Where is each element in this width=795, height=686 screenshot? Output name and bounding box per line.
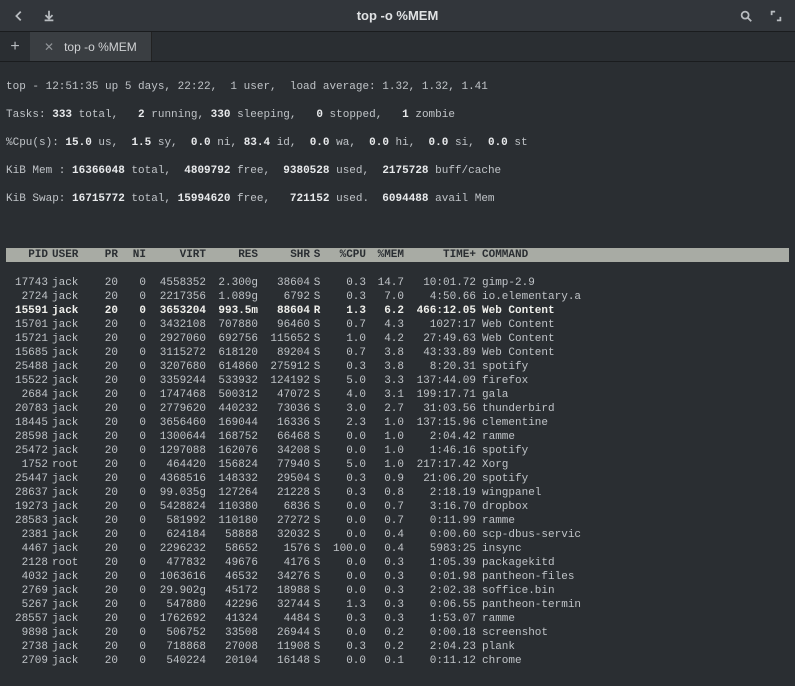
window-titlebar: top -o %MEM (0, 0, 795, 32)
process-row: 28583jack20058199211018027272S0.00.70:11… (6, 514, 789, 528)
process-row: 2724jack20022173561.089g6792S0.37.04:50.… (6, 290, 789, 304)
process-row: 2684jack200174746850031247072S4.03.1199:… (6, 388, 789, 402)
process-row: 15591jack2003653204993.5m88604R1.36.2466… (6, 304, 789, 318)
summary-tasks: Tasks: 333 total, 2 running, 330 sleepin… (6, 108, 789, 122)
process-row: 4467jack2002296232586521576S100.00.45983… (6, 542, 789, 556)
process-row: 25488jack2003207680614860275912S0.33.88:… (6, 360, 789, 374)
close-tab-icon[interactable]: ✕ (44, 40, 54, 54)
summary-cpu: %Cpu(s): 15.0 us, 1.5 sy, 0.0 ni, 83.4 i… (6, 136, 789, 150)
column-header: PIDUSERPRNIVIRTRESSHRS%CPU%MEMTIME+COMMA… (6, 248, 789, 262)
process-row: 2128root200477832496764176S0.00.31:05.39… (6, 556, 789, 570)
summary-swap: KiB Swap: 16715772 total, 15994620 free,… (6, 192, 789, 206)
process-row: 5267jack2005478804229632744S1.30.30:06.5… (6, 598, 789, 612)
process-row: 15701jack200343210870788096460S0.74.3102… (6, 318, 789, 332)
process-row: 28598jack200130064416875266468S0.01.02:0… (6, 430, 789, 444)
tab-label: top -o %MEM (64, 40, 137, 54)
process-row: 25472jack200129708816207634208S0.01.01:4… (6, 444, 789, 458)
process-row: 4032jack20010636164653234276S0.00.30:01.… (6, 570, 789, 584)
terminal-output[interactable]: top - 12:51:35 up 5 days, 22:22, 1 user,… (0, 62, 795, 686)
fullscreen-icon[interactable] (769, 9, 783, 23)
process-row: 15685jack200311527261812089204S0.73.843:… (6, 346, 789, 360)
process-row: 19273jack20054288241103806836S0.00.73:16… (6, 500, 789, 514)
process-row: 17743jack20045583522.300g38604S0.314.710… (6, 276, 789, 290)
window-title: top -o %MEM (56, 8, 739, 23)
process-row: 2381jack2006241845888832032S0.00.40:00.6… (6, 528, 789, 542)
process-row: 2709jack2005402242010416148S0.00.10:11.1… (6, 654, 789, 668)
process-list: 17743jack20045583522.300g38604S0.314.710… (6, 276, 789, 668)
download-icon[interactable] (42, 9, 56, 23)
process-row: 9898jack2005067523350826944S0.00.20:00.1… (6, 626, 789, 640)
process-row: 1752root20046442015682477940S5.01.0217:1… (6, 458, 789, 472)
process-row: 2738jack2007188682700811908S0.30.22:04.2… (6, 640, 789, 654)
new-tab-button[interactable]: + (0, 32, 30, 61)
process-row: 2769jack20029.902g4517218988S0.00.32:02.… (6, 584, 789, 598)
summary-uptime: top - 12:51:35 up 5 days, 22:22, 1 user,… (6, 80, 789, 94)
tab-active[interactable]: ✕ top -o %MEM (30, 32, 152, 61)
summary-mem: KiB Mem : 16366048 total, 4809792 free, … (6, 164, 789, 178)
search-icon[interactable] (739, 9, 753, 23)
process-row: 28637jack20099.035g12726421228S0.30.82:1… (6, 486, 789, 500)
process-row: 15522jack2003359244533932124192S5.03.313… (6, 374, 789, 388)
process-row: 15721jack2002927060692756115652S1.04.227… (6, 332, 789, 346)
process-row: 18445jack200365646016904416336S2.31.0137… (6, 416, 789, 430)
tab-bar: + ✕ top -o %MEM (0, 32, 795, 62)
process-row: 28557jack2001762692413244484S0.30.31:53.… (6, 612, 789, 626)
back-icon[interactable] (12, 9, 26, 23)
process-row: 25447jack200436851614833229504S0.30.921:… (6, 472, 789, 486)
process-row: 20783jack200277962044023273036S3.02.731:… (6, 402, 789, 416)
